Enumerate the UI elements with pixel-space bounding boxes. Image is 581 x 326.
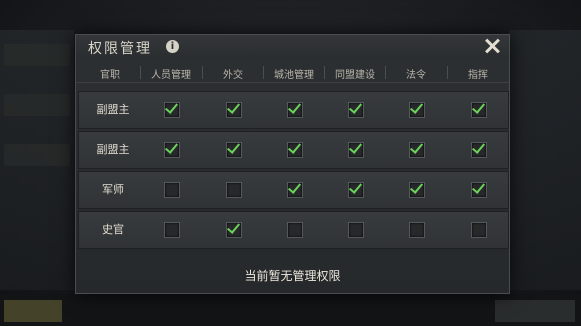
role-label: 副盟主 xyxy=(96,103,130,116)
permission-checkbox-checked[interactable] xyxy=(471,142,487,158)
permission-checkbox-checked[interactable] xyxy=(287,142,303,158)
permission-checkbox-checked[interactable] xyxy=(226,102,242,118)
permission-checkbox-unchecked[interactable] xyxy=(287,222,303,238)
role-label: 副盟主 xyxy=(96,143,130,156)
permission-checkbox-unchecked[interactable] xyxy=(164,222,180,238)
column-header-title: 官职 xyxy=(100,70,120,81)
column-header: 人员管理 xyxy=(151,70,191,81)
permission-row: 副盟主 xyxy=(78,131,509,169)
column-header: 指挥 xyxy=(468,70,488,81)
role-label: 史官 xyxy=(102,223,124,236)
permission-checkbox-checked[interactable] xyxy=(348,142,364,158)
header-separator xyxy=(202,66,203,79)
header-separator xyxy=(263,66,264,79)
header-divider xyxy=(76,82,509,83)
permission-checkbox-unchecked[interactable] xyxy=(164,182,180,198)
dialog-titlebar: 权限管理 i xyxy=(76,35,509,59)
permission-checkbox-unchecked[interactable] xyxy=(226,182,242,198)
permission-checkbox-checked[interactable] xyxy=(164,142,180,158)
column-header: 同盟建设 xyxy=(335,70,375,81)
close-button[interactable] xyxy=(483,37,501,55)
permission-checkbox-checked[interactable] xyxy=(348,102,364,118)
permission-dialog: 权限管理 i 官职 人员管理 外交 城池管理 同盟建设 法令 指挥 副盟主 副盟主 军师 史官 当… xyxy=(75,34,510,294)
permission-checkbox-unchecked[interactable] xyxy=(471,222,487,238)
permission-checkbox-checked[interactable] xyxy=(471,102,487,118)
permission-checkbox-unchecked[interactable] xyxy=(409,222,425,238)
permission-checkbox-checked[interactable] xyxy=(471,182,487,198)
background-button xyxy=(495,300,575,322)
header-separator xyxy=(140,66,141,79)
header-separator xyxy=(385,66,386,79)
permission-checkbox-checked[interactable] xyxy=(226,142,242,158)
column-header: 外交 xyxy=(223,70,243,81)
permission-checkbox-unchecked[interactable] xyxy=(348,222,364,238)
dialog-title: 权限管理 xyxy=(88,41,152,57)
background-row xyxy=(4,44,70,66)
background-bottom-bar xyxy=(0,294,581,326)
table-header: 官职 人员管理 外交 城池管理 同盟建设 法令 指挥 xyxy=(76,62,509,82)
permission-checkbox-checked[interactable] xyxy=(409,182,425,198)
permission-checkbox-checked[interactable] xyxy=(226,222,242,238)
info-icon[interactable]: i xyxy=(166,40,179,53)
permission-row: 副盟主 xyxy=(78,91,509,129)
background-row xyxy=(4,94,70,116)
header-separator xyxy=(324,66,325,79)
permission-checkbox-checked[interactable] xyxy=(287,182,303,198)
background-row xyxy=(4,144,70,166)
header-separator xyxy=(447,66,448,79)
background-button xyxy=(4,300,62,322)
permission-checkbox-checked[interactable] xyxy=(409,142,425,158)
permission-row: 军师 xyxy=(78,171,509,209)
column-header: 法令 xyxy=(406,70,426,81)
role-label: 军师 xyxy=(102,183,124,196)
status-text: 当前暂无管理权限 xyxy=(244,269,341,283)
permission-checkbox-checked[interactable] xyxy=(348,182,364,198)
background-side-panel-right xyxy=(509,30,581,290)
permission-checkbox-checked[interactable] xyxy=(409,102,425,118)
permission-checkbox-checked[interactable] xyxy=(287,102,303,118)
permission-checkbox-checked[interactable] xyxy=(164,102,180,118)
permission-row: 史官 xyxy=(78,211,509,249)
column-header: 城池管理 xyxy=(274,70,314,81)
